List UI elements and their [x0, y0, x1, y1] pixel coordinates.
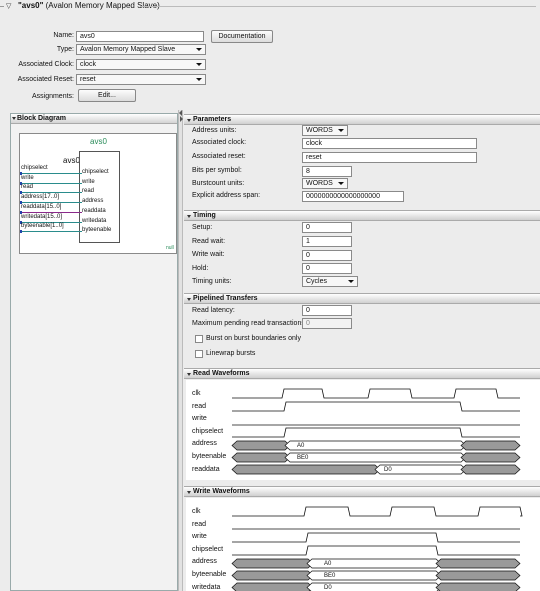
write-byteenable-bus — [435, 570, 521, 581]
write-address-bus — [435, 558, 521, 569]
write-clk-wave — [232, 506, 523, 517]
write-writedata-bus — [231, 582, 314, 591]
write-writedata-bus — [435, 582, 521, 591]
write-byteenable-bus — [231, 570, 314, 581]
write-waveform-svg: A0 BE0 D0 — [231, 506, 523, 591]
write-writedata-value: D0 — [324, 585, 332, 591]
write-chipselect-wave — [232, 545, 520, 556]
write-address-bus — [231, 558, 314, 569]
write-address-value: A0 — [324, 561, 332, 567]
write-byteenable-value: BE0 — [324, 573, 336, 579]
write-write-wave — [232, 532, 520, 543]
